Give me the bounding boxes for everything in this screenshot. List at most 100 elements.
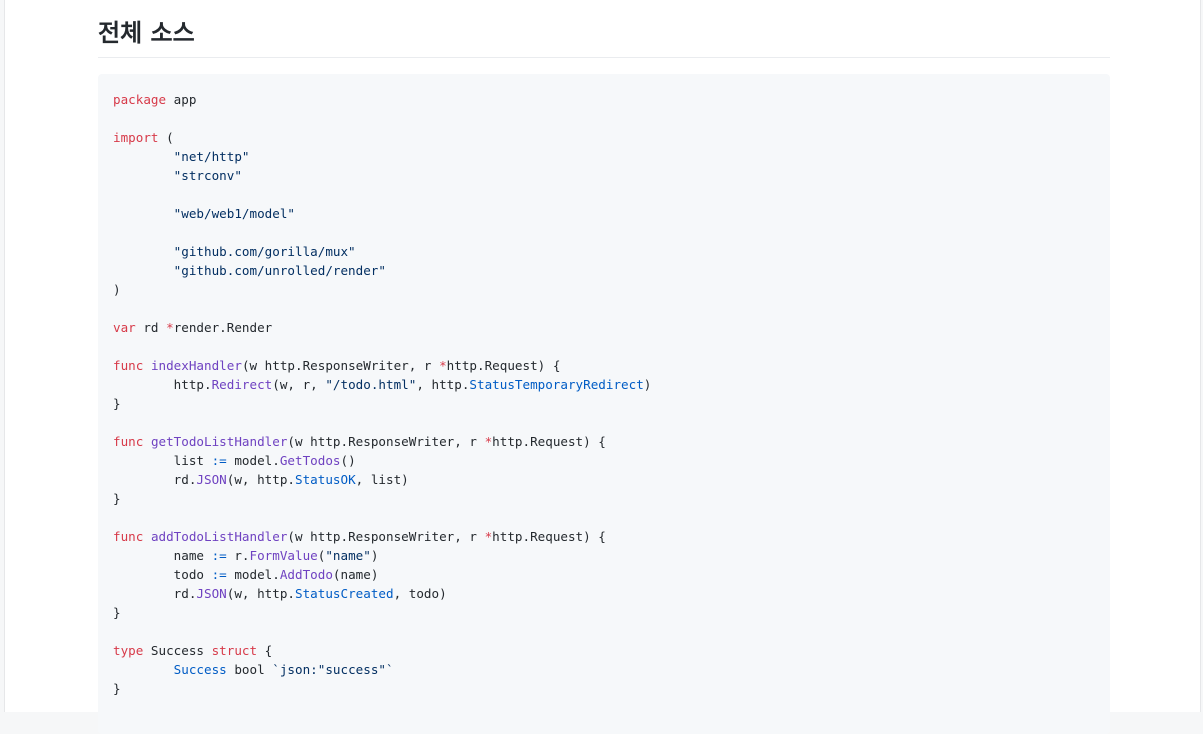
- code-line: todo := model.AddTodo(name): [113, 567, 379, 582]
- code-token: *: [166, 320, 174, 335]
- code-line: }: [113, 681, 121, 696]
- code-token: (w http.ResponseWriter, r: [241, 358, 440, 373]
- code-line: list := model.GetTodos(): [113, 453, 356, 468]
- code-token: indexHandler: [150, 358, 242, 373]
- code-line: var rd *render.Render: [113, 320, 272, 335]
- code-token: list: [113, 453, 212, 468]
- code-token: `json:"success"`: [272, 662, 394, 677]
- code-token: getTodoListHandler: [150, 434, 288, 449]
- code-line: rd.JSON(w, http.StatusCreated, todo): [113, 586, 447, 601]
- code-token: render.Render: [173, 320, 273, 335]
- code-line: name := r.FormValue("name"): [113, 548, 379, 563]
- code-token: }: [113, 396, 121, 411]
- code-token: ): [113, 282, 121, 297]
- code-token: , list): [355, 472, 409, 487]
- code-token: }: [113, 681, 121, 696]
- code-token: import: [113, 130, 159, 145]
- code-token: (: [158, 130, 174, 145]
- code-line: "github.com/gorilla/mux": [113, 244, 356, 259]
- code-line: "strconv": [113, 168, 242, 183]
- code-token: "strconv": [173, 168, 242, 183]
- code-line: import (: [113, 130, 174, 145]
- code-line: func getTodoListHandler(w http.ResponseW…: [113, 434, 606, 449]
- code-token: package: [113, 92, 167, 107]
- code-line: package app: [113, 92, 196, 107]
- code-line: }: [113, 605, 121, 620]
- code-token: http.Request) {: [492, 529, 606, 544]
- code-token: GetTodos: [279, 453, 341, 468]
- code-line: ): [113, 282, 121, 297]
- code-token: rd.: [113, 586, 197, 601]
- code-token: (name): [332, 567, 379, 582]
- code-line: rd.JSON(w, http.StatusOK, list): [113, 472, 409, 487]
- code-token: model.: [226, 567, 280, 582]
- code-token: func: [113, 434, 144, 449]
- code-token: Success: [143, 643, 212, 658]
- code-token: "net/http": [173, 149, 250, 164]
- code-line: }: [113, 396, 121, 411]
- code-token: "/todo.html": [325, 377, 417, 392]
- content-page: 전체 소스 package app import ( "net/http" "s…: [4, 0, 1201, 734]
- code-line: }: [113, 491, 121, 506]
- code-token: JSON: [196, 472, 227, 487]
- code-token: ): [643, 377, 652, 392]
- code-token: http.Request) {: [446, 358, 561, 373]
- code-line: "web/web1/model": [113, 206, 295, 221]
- code-token: Success: [173, 662, 227, 677]
- heading-divider: [98, 57, 1110, 58]
- code-token: StatusCreated: [295, 586, 394, 601]
- code-line: type Success struct {: [113, 643, 272, 658]
- code-token: model.: [226, 453, 280, 468]
- code-token: r.: [226, 548, 250, 563]
- code-token: "web/web1/model": [173, 206, 295, 221]
- code-line: Success bool `json:"success"`: [113, 662, 394, 677]
- code-line: "github.com/unrolled/render": [113, 263, 386, 278]
- code-token: http.Request) {: [492, 434, 606, 449]
- code-token: , todo): [393, 586, 447, 601]
- code-line: func indexHandler(w http.ResponseWriter,…: [113, 358, 560, 373]
- code-token: addTodoListHandler: [150, 529, 288, 544]
- code-block[interactable]: package app import ( "net/http" "strconv…: [98, 74, 1110, 734]
- code-token: :=: [211, 453, 227, 468]
- code-token: type: [113, 643, 144, 658]
- code-token: struct: [211, 643, 258, 658]
- code-token: (w, http.: [226, 472, 295, 487]
- code-token: AddTodo: [279, 567, 333, 582]
- code-token: StatusTemporaryRedirect: [469, 377, 644, 392]
- code-token: (w, http.: [226, 586, 295, 601]
- code-token: bool: [226, 662, 273, 677]
- code-token: rd.: [113, 472, 197, 487]
- code-token: "name": [325, 548, 371, 563]
- code-token: FormValue: [249, 548, 318, 563]
- code-token: func: [113, 358, 144, 373]
- code-token: (): [340, 453, 356, 468]
- code-token: (w http.ResponseWriter, r: [287, 529, 485, 544]
- code-token: name: [113, 548, 212, 563]
- code-token: (w, r,: [272, 377, 326, 392]
- code-token: ): [370, 548, 379, 563]
- code-token: (w http.ResponseWriter, r: [287, 434, 485, 449]
- code-token: :=: [211, 548, 227, 563]
- code-token: app: [166, 92, 197, 107]
- code-token: func: [113, 529, 144, 544]
- code-token: "github.com/gorilla/mux": [173, 244, 356, 259]
- code-token: {: [257, 643, 273, 658]
- code-token: http.: [113, 377, 212, 392]
- code-line: http.Redirect(w, r, "/todo.html", http.S…: [113, 377, 652, 392]
- section-heading: 전체 소스: [98, 19, 195, 47]
- code-text[interactable]: package app import ( "net/http" "strconv…: [98, 74, 1110, 698]
- code-token: }: [113, 491, 121, 506]
- code-token: }: [113, 605, 121, 620]
- code-token: , http.: [416, 377, 470, 392]
- code-token: rd: [135, 320, 167, 335]
- code-line: "net/http": [113, 149, 250, 164]
